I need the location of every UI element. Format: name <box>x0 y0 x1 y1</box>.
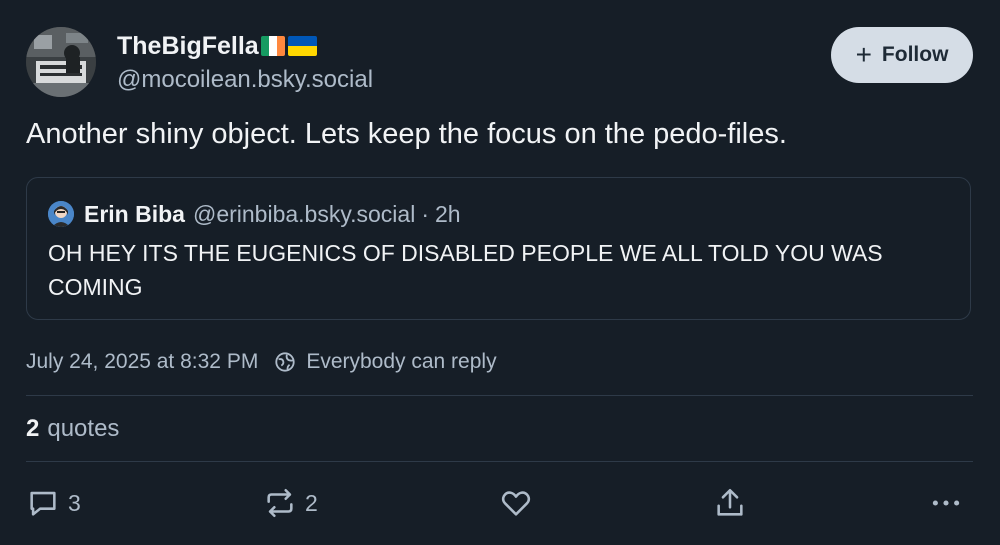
quoted-post-header: Erin Biba @erinbiba.bsky.social · 2h <box>48 200 461 228</box>
like-icon <box>501 491 531 516</box>
globe-icon <box>275 352 295 372</box>
repost-count: 2 <box>305 489 318 516</box>
post-text: Another shiny object. Lets keep the focu… <box>26 118 787 150</box>
more-icon <box>932 500 960 506</box>
reply-count: 3 <box>68 489 81 516</box>
post-timestamp: July 24, 2025 at 8:32 PM <box>26 350 259 373</box>
ireland-flag-emoji <box>260 36 285 56</box>
reply-icon <box>30 491 56 516</box>
post-container: TheBigFella @mocoilean.bsky.social + Fol… <box>0 0 1000 545</box>
follow-button[interactable]: + Follow <box>831 27 973 83</box>
author-display-name[interactable]: TheBigFella <box>117 30 317 62</box>
ukraine-flag-emoji <box>287 36 317 56</box>
reply-button[interactable]: 3 <box>26 485 81 521</box>
author-avatar[interactable] <box>26 27 96 97</box>
quotes-count-label: quotes <box>47 415 120 442</box>
quoted-author-handle[interactable]: @erinbiba.bsky.social <box>193 201 415 228</box>
share-icon <box>717 488 743 516</box>
author-handle[interactable]: @mocoilean.bsky.social <box>117 66 373 94</box>
quoted-author-avatar[interactable] <box>48 201 74 227</box>
repost-icon <box>267 488 293 518</box>
follow-button-label: Follow <box>881 43 949 66</box>
divider <box>26 395 973 396</box>
post-meta-row: July 24, 2025 at 8:32 PM Everybody can r… <box>26 346 497 378</box>
plus-icon: + <box>855 39 872 70</box>
divider <box>26 461 973 462</box>
like-button[interactable] <box>499 485 533 521</box>
quoted-author-name[interactable]: Erin Biba <box>84 201 185 228</box>
author-display-name-text: TheBigFella <box>117 31 259 60</box>
reply-setting[interactable]: Everybody can reply <box>306 350 496 374</box>
quoted-post-time: 2h <box>435 200 461 227</box>
quotes-count-number: 2 <box>26 415 40 442</box>
quoted-separator: · <box>421 200 429 227</box>
quoted-post-card[interactable]: Erin Biba @erinbiba.bsky.social · 2h OH … <box>26 177 971 320</box>
quoted-post-text: OH HEY ITS THE EUGENICS OF DISABLED PEOP… <box>48 240 883 300</box>
share-button[interactable] <box>713 485 747 521</box>
repost-button[interactable]: 2 <box>263 485 318 521</box>
quotes-count[interactable]: 2 quotes <box>26 414 119 444</box>
more-options-button[interactable] <box>929 485 963 521</box>
